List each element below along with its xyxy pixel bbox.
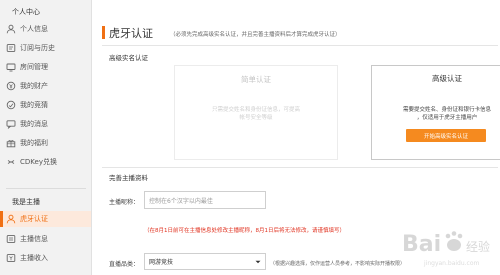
title-accent-bar [102, 26, 105, 39]
basic-verify-desc-2: 帐号安全等级 [239, 115, 273, 121]
sidebar-item-label: 订阅与历史 [20, 44, 55, 52]
title-divider [102, 45, 498, 46]
sidebar-item-profile[interactable]: 个人信息 [0, 21, 91, 37]
sidebar-item-wallet[interactable]: 我的财产 [0, 78, 91, 94]
chevron-down-icon [255, 260, 261, 263]
income-icon [6, 253, 16, 263]
sidebar-divider [6, 188, 86, 189]
sidebar-item-bets[interactable]: 我的竞猜 [0, 97, 91, 113]
anchor-info-icon [6, 234, 16, 244]
wallet-icon [6, 81, 16, 91]
sidebar-item-label: CDKey兑换 [20, 158, 57, 166]
user-icon [6, 24, 16, 34]
nickname-warning: （在8月1日前可在主播信息处修改主播昵称，8月1日后将无法修改，请谨慎填写） [144, 228, 345, 234]
advanced-verify-desc-2: ，仅适用于虎牙主播用户 [416, 115, 478, 121]
sidebar-item-label: 我的消息 [20, 120, 48, 128]
category-label: 直播品类： [109, 261, 140, 268]
nickname-input[interactable]: 控制在6个汉字以内最佳 [144, 191, 266, 209]
key-icon [6, 157, 16, 167]
gift-icon [6, 138, 16, 148]
bet-icon [6, 100, 16, 110]
sidebar-item-label: 主播收入 [20, 254, 48, 262]
sidebar-item-messages[interactable]: 我的消息 [0, 116, 91, 132]
sidebar-heading-anchor: 我是主播 [12, 198, 40, 206]
category-hint: （根据兴趣选择，仅作运营人员参考，不影响实际开播权限） [270, 261, 406, 267]
room-icon [6, 62, 16, 72]
baidu-jingyan-watermark: Bai 经验 jingyan.baidu.com [402, 231, 490, 267]
category-select-value: 网游竞技 [149, 259, 174, 266]
section-title-profile: 完善主播资料 [109, 174, 148, 182]
sidebar-item-label: 虎牙认证 [20, 215, 48, 223]
advanced-verify-card: 高级认证 需要提交姓名、身份证和银行卡信息 ，仅适用于虎牙主播用户 开始高级实名… [371, 65, 500, 160]
page-title-note: （必须先完成高级实名认证，并且完善主播资料后才算完成虎牙认证） [170, 32, 341, 38]
section-divider [102, 167, 498, 168]
sidebar-item-income[interactable]: 主播收入 [0, 250, 91, 266]
basic-verify-desc-1: 只需提交姓名和身份证信息，可提高 [211, 107, 300, 113]
page-title: 虎牙认证 [109, 27, 153, 40]
sidebar-item-welfare[interactable]: 我的福利 [0, 135, 91, 151]
sidebar-item-cdkey[interactable]: CDKey兑换 [0, 154, 91, 170]
start-advanced-verify-button[interactable]: 开始高级实名认证 [406, 129, 486, 142]
message-icon [6, 119, 16, 129]
svg-text:jingyan.baidu.com: jingyan.baidu.com [423, 260, 480, 267]
verify-icon [6, 214, 16, 224]
section-title-realname: 高级实名认证 [109, 54, 148, 62]
sidebar-item-label: 房间管理 [20, 63, 48, 71]
sidebar-item-anchor-info[interactable]: 主播信息 [0, 231, 91, 247]
advanced-verify-desc-1: 需要提交姓名、身份证和银行卡信息 [402, 107, 491, 113]
category-select[interactable]: 网游竞技 [144, 253, 266, 270]
svg-text:Bai: Bai [402, 232, 441, 257]
sidebar-item-verify[interactable]: 虎牙认证 [0, 211, 91, 227]
sidebar-item-label: 我的福利 [20, 139, 48, 147]
advanced-verify-title: 高级认证 [432, 74, 462, 83]
sidebar: 个人中心 个人信息 订阅与历史 房间管理 我的财产 我的竞猜 我的消息 我的福利… [0, 0, 92, 275]
subscription-icon [6, 43, 16, 53]
basic-verify-card: 简单认证 只需提交姓名和身份证信息，可提高 帐号安全等级 [174, 65, 338, 160]
sidebar-heading-personal: 个人中心 [12, 8, 40, 16]
sidebar-item-subscription[interactable]: 订阅与历史 [0, 40, 91, 56]
sidebar-item-label: 我的竞猜 [20, 101, 48, 109]
sidebar-item-room[interactable]: 房间管理 [0, 59, 91, 75]
sidebar-item-label: 我的财产 [20, 82, 48, 90]
basic-verify-title: 简单认证 [241, 75, 271, 84]
nickname-label: 主播昵称： [109, 199, 140, 206]
sidebar-item-label: 个人信息 [20, 25, 48, 33]
sidebar-item-label: 主播信息 [20, 235, 48, 243]
svg-text:经验: 经验 [466, 239, 490, 254]
